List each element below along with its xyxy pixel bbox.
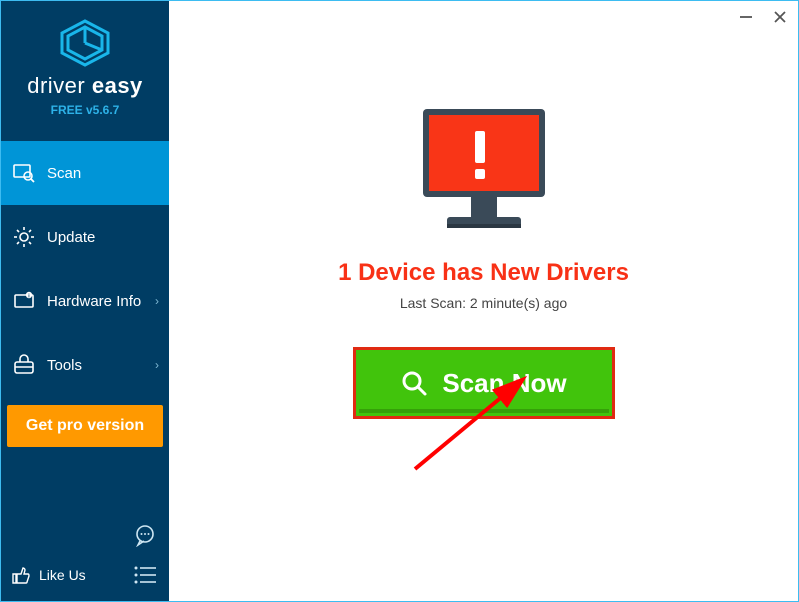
brand-word-a: driver — [27, 73, 85, 98]
nav: Scan Update i Hardware Info › Tools — [1, 141, 169, 397]
alert-monitor-illustration — [409, 105, 559, 237]
logo-block: driver easy FREE v5.6.7 — [1, 1, 169, 127]
scan-now-label: Scan Now — [442, 368, 566, 399]
like-us-label: Like Us — [39, 567, 86, 583]
chevron-right-icon: › — [155, 358, 159, 372]
feedback-button[interactable] — [131, 521, 159, 549]
sidebar: driver easy FREE v5.6.7 Scan Update i — [1, 1, 169, 601]
menu-lines-icon — [134, 566, 156, 584]
sidebar-item-label: Scan — [47, 165, 81, 182]
menu-button[interactable] — [131, 561, 159, 589]
sidebar-item-label: Update — [47, 229, 95, 246]
sidebar-item-label: Tools — [47, 357, 82, 374]
brand-word-b: easy — [92, 73, 143, 98]
scan-now-button[interactable]: Scan Now — [353, 347, 615, 419]
get-pro-label: Get pro version — [26, 417, 144, 435]
last-scan-text: Last Scan: 2 minute(s) ago — [400, 295, 567, 311]
brand-name: driver easy — [1, 73, 169, 99]
main-panel: 1 Device has New Drivers Last Scan: 2 mi… — [169, 1, 798, 601]
thumbs-up-icon — [11, 565, 31, 585]
like-us-button[interactable]: Like Us — [11, 565, 86, 585]
sidebar-item-update[interactable]: Update — [1, 205, 169, 269]
chevron-right-icon: › — [155, 294, 159, 308]
monitor-info-icon: i — [13, 290, 35, 312]
version-label: FREE v5.6.7 — [1, 103, 169, 117]
logo-icon — [58, 19, 112, 67]
sidebar-item-hardware-info[interactable]: i Hardware Info › — [1, 269, 169, 333]
search-icon — [400, 369, 428, 397]
speech-bubble-icon — [133, 523, 157, 547]
toolbox-icon — [13, 354, 35, 376]
sidebar-item-label: Hardware Info — [47, 293, 141, 310]
headline-text: 1 Device has New Drivers — [338, 259, 629, 287]
scan-icon — [13, 162, 35, 184]
sidebar-footer: Like Us — [1, 513, 169, 601]
app-window: driver easy FREE v5.6.7 Scan Update i — [0, 0, 799, 602]
sidebar-item-tools[interactable]: Tools › — [1, 333, 169, 397]
sidebar-item-scan[interactable]: Scan — [1, 141, 169, 205]
content-area: 1 Device has New Drivers Last Scan: 2 mi… — [169, 1, 798, 601]
get-pro-button[interactable]: Get pro version — [7, 405, 163, 447]
gear-icon — [13, 226, 35, 248]
